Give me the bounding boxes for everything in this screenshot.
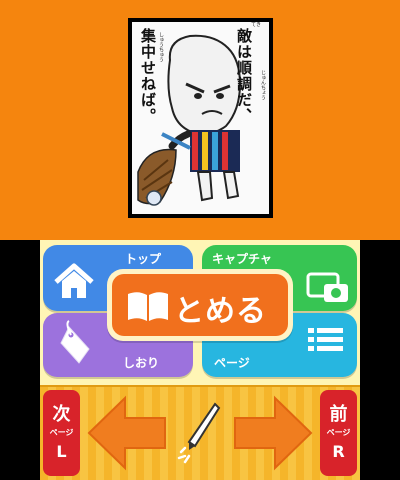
prev-page-key: R	[332, 442, 345, 461]
bookmark-label: しおり	[123, 356, 160, 370]
next-page-label: 次	[52, 404, 71, 425]
next-page-key: L	[56, 442, 67, 461]
bookmark-tag-icon	[60, 320, 90, 364]
furigana-1: てき	[251, 22, 261, 28]
capture-label: キャプチャ	[212, 252, 272, 266]
furigana-3: しゅうちゅう	[158, 32, 164, 62]
prev-page-button[interactable]: 前 ページ R	[320, 390, 357, 476]
page-turn-area[interactable]	[85, 390, 315, 476]
pen-icon	[177, 402, 221, 464]
speech-text-right: 敵は順調だ、	[235, 28, 253, 124]
furigana-2: じゅんちょう	[260, 70, 266, 100]
close-button-face: とめる	[112, 274, 288, 336]
speech-text-left: 集中せねば。	[139, 28, 157, 124]
list-icon	[308, 328, 343, 351]
book-icon	[128, 292, 168, 321]
next-page-sublabel: ページ	[49, 428, 74, 437]
home-icon	[54, 263, 94, 298]
close-label: とめる	[174, 294, 267, 329]
page-label: ページ	[214, 356, 250, 370]
top-screen: 敵は順調だ、 集中せねば。 てき じゅんちょう しゅうちゅう	[0, 0, 400, 240]
left-arrow-icon	[87, 395, 166, 471]
prev-page-sublabel: ページ	[326, 428, 351, 437]
right-arrow-icon	[234, 395, 313, 471]
top-label: トップ	[125, 252, 162, 266]
prev-page-label: 前	[329, 404, 348, 425]
next-page-button[interactable]: 次 ページ L	[43, 390, 80, 476]
manga-panel-inner: 敵は順調だ、 集中せねば。 てき じゅんちょう しゅうちゅう	[132, 22, 269, 214]
close-button[interactable]: とめる	[107, 269, 293, 341]
bottom-screen: トップ キャプチャ しおり ページ とめる 次 ページ L 前 ページ R	[40, 240, 360, 480]
camera-capture-icon	[306, 272, 348, 302]
manga-panel: 敵は順調だ、 集中せねば。 てき じゅんちょう しゅうちゅう	[128, 18, 273, 218]
